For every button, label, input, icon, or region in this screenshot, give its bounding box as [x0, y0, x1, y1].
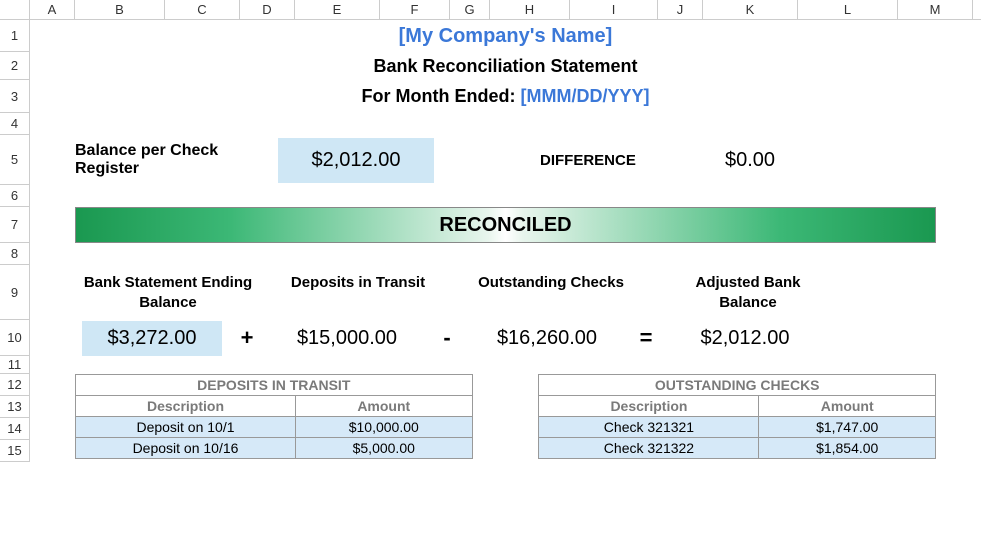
row-4-spacer: [30, 113, 981, 135]
checks-title[interactable]: OUTSTANDING CHECKS: [539, 375, 936, 396]
row-headers: 123456789101112131415: [0, 20, 30, 462]
row-header-13[interactable]: 13: [0, 396, 30, 418]
col-header-G[interactable]: G: [450, 0, 490, 19]
balance-row: Balance per Check Register $2,012.00 DIF…: [30, 135, 981, 185]
column-headers: A B C D E F G H I J K L M: [0, 0, 981, 20]
row-11-spacer: [30, 356, 981, 374]
col-header-E[interactable]: E: [295, 0, 380, 19]
col-header-A[interactable]: A: [30, 0, 75, 19]
row-header-6[interactable]: 6: [0, 185, 30, 207]
row-header-8[interactable]: 8: [0, 243, 30, 265]
col-header-C[interactable]: C: [165, 0, 240, 19]
value-outstanding-checks[interactable]: $16,260.00: [472, 327, 622, 350]
deposits-col-description[interactable]: Description: [76, 396, 296, 417]
deposit-amt[interactable]: $10,000.00: [296, 417, 473, 438]
table-row[interactable]: Deposit on 10/1 $10,000.00: [76, 417, 473, 438]
checks-col-description[interactable]: Description: [539, 396, 759, 417]
check-desc[interactable]: Check 321322: [539, 438, 759, 459]
row-8-spacer: [30, 243, 981, 265]
row-header-3[interactable]: 3: [0, 80, 30, 113]
operator-plus: +: [222, 325, 272, 351]
check-amt[interactable]: $1,854.00: [759, 438, 936, 459]
row-header-12[interactable]: 12: [0, 374, 30, 396]
company-name[interactable]: [My Company's Name]: [30, 20, 981, 52]
col-header-K[interactable]: K: [703, 0, 798, 19]
month-value: [MMM/DD/YYY]: [520, 86, 649, 106]
col-header-I[interactable]: I: [570, 0, 658, 19]
reconciled-banner[interactable]: RECONCILED: [75, 207, 936, 243]
header-outstanding-checks[interactable]: Outstanding Checks: [476, 273, 626, 293]
value-bank-ending[interactable]: $3,272.00: [82, 321, 222, 356]
operator-minus: -: [422, 325, 472, 351]
col-header-F[interactable]: F: [380, 0, 450, 19]
deposits-table[interactable]: DEPOSITS IN TRANSIT Description Amount D…: [75, 374, 473, 459]
deposits-col-amount[interactable]: Amount: [296, 396, 473, 417]
header-adjusted-balance[interactable]: Adjusted Bank Balance: [668, 273, 828, 312]
row-header-1[interactable]: 1: [0, 20, 30, 52]
difference-label[interactable]: DIFFERENCE: [540, 152, 680, 169]
header-deposits-transit[interactable]: Deposits in Transit: [288, 273, 428, 293]
col-header-B[interactable]: B: [75, 0, 165, 19]
table-gap: [473, 374, 539, 459]
table-row[interactable]: Deposit on 10/16 $5,000.00: [76, 438, 473, 459]
row-header-14[interactable]: 14: [0, 418, 30, 440]
deposit-amt[interactable]: $5,000.00: [296, 438, 473, 459]
col-header-L[interactable]: L: [798, 0, 898, 19]
calc-headers: Bank Statement Ending Balance Deposits i…: [30, 265, 981, 320]
row-header-2[interactable]: 2: [0, 52, 30, 80]
row-header-11[interactable]: 11: [0, 356, 30, 374]
difference-value[interactable]: $0.00: [725, 149, 775, 172]
select-all-corner[interactable]: [0, 0, 30, 19]
balance-register-label[interactable]: Balance per Check Register: [30, 142, 280, 178]
statement-title[interactable]: Bank Reconciliation Statement: [30, 52, 981, 80]
value-deposits-transit[interactable]: $15,000.00: [272, 327, 422, 350]
col-header-D[interactable]: D: [240, 0, 295, 19]
tables-row: DEPOSITS IN TRANSIT Description Amount D…: [30, 374, 981, 459]
row-6-spacer: [30, 185, 981, 207]
row-header-4[interactable]: 4: [0, 113, 30, 135]
deposit-desc[interactable]: Deposit on 10/16: [76, 438, 296, 459]
header-bank-ending[interactable]: Bank Statement Ending Balance: [78, 273, 258, 312]
spreadsheet: A B C D E F G H I J K L M 12345678910111…: [0, 0, 981, 547]
check-desc[interactable]: Check 321321: [539, 417, 759, 438]
checks-table[interactable]: OUTSTANDING CHECKS Description Amount Ch…: [538, 374, 936, 459]
col-header-H[interactable]: H: [490, 0, 570, 19]
deposits-title[interactable]: DEPOSITS IN TRANSIT: [76, 375, 473, 396]
grid-content[interactable]: [My Company's Name] Bank Reconciliation …: [30, 20, 981, 547]
row-header-7[interactable]: 7: [0, 207, 30, 243]
balance-register-value[interactable]: $2,012.00: [278, 138, 434, 183]
row-header-5[interactable]: 5: [0, 135, 30, 185]
row-header-15[interactable]: 15: [0, 440, 30, 462]
month-ended[interactable]: For Month Ended: [MMM/DD/YYY]: [30, 80, 981, 113]
calc-values: $3,272.00 + $15,000.00 - $16,260.00 = $2…: [30, 320, 981, 356]
col-header-J[interactable]: J: [658, 0, 703, 19]
row-header-10[interactable]: 10: [0, 320, 30, 356]
operator-equals: =: [622, 325, 670, 351]
check-amt[interactable]: $1,747.00: [759, 417, 936, 438]
table-row[interactable]: Check 321321 $1,747.00: [539, 417, 936, 438]
checks-col-amount[interactable]: Amount: [759, 396, 936, 417]
month-prefix: For Month Ended:: [362, 86, 521, 106]
value-adjusted-balance[interactable]: $2,012.00: [670, 327, 820, 350]
col-header-M[interactable]: M: [898, 0, 973, 19]
deposit-desc[interactable]: Deposit on 10/1: [76, 417, 296, 438]
table-row[interactable]: Check 321322 $1,854.00: [539, 438, 936, 459]
row-header-9[interactable]: 9: [0, 265, 30, 320]
